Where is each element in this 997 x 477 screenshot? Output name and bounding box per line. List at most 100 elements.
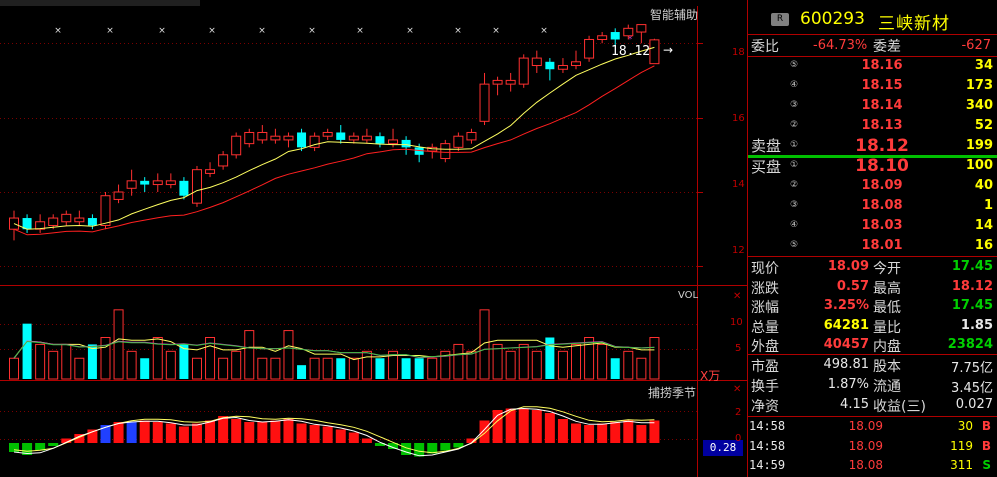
divider bbox=[748, 256, 997, 257]
volume-bar-down bbox=[179, 344, 189, 379]
buy-level-volume: 16 bbox=[974, 238, 993, 253]
volume-tick-5: 5 bbox=[735, 343, 742, 354]
sell-level-price[interactable]: 18.13 bbox=[847, 118, 917, 133]
quote-value: 17.45 bbox=[951, 259, 993, 274]
fundamental-label: 流通 bbox=[873, 379, 901, 395]
sub-bar-positive bbox=[309, 425, 320, 443]
sub-bar-positive bbox=[649, 420, 660, 443]
buy-level-price[interactable]: 18.10 bbox=[847, 156, 917, 176]
sub-bar-positive bbox=[335, 429, 346, 443]
candle-body-up bbox=[152, 180, 163, 186]
candle-body-down bbox=[297, 132, 307, 148]
fundamental-value: 7.75亿 bbox=[951, 361, 993, 376]
buy-level-price[interactable]: 18.01 bbox=[847, 238, 917, 253]
fundamental-value: 1.87% bbox=[827, 377, 869, 392]
volume-bar-up bbox=[636, 357, 647, 380]
candle-body-up bbox=[388, 139, 399, 145]
candle-body-up bbox=[100, 195, 111, 226]
volume-bar-up bbox=[649, 337, 660, 380]
sell-level-price[interactable]: 18.14 bbox=[847, 98, 917, 113]
sub-bar-positive bbox=[205, 420, 216, 443]
candle-body-up bbox=[257, 131, 268, 141]
volume-bar-up bbox=[322, 357, 333, 380]
fundamental-value: 3.45亿 bbox=[951, 381, 993, 396]
divider bbox=[748, 416, 997, 417]
sell-level-volume: 52 bbox=[974, 118, 993, 133]
close-icon[interactable]: ✕ bbox=[733, 384, 741, 395]
buy-level-price[interactable]: 18.08 bbox=[847, 198, 917, 213]
top-tab-strip[interactable] bbox=[0, 0, 200, 6]
candle-body-down bbox=[336, 132, 346, 140]
buy-level-volume: 40 bbox=[974, 178, 993, 193]
sub-bar-positive bbox=[623, 420, 634, 443]
candle-body-up bbox=[584, 38, 595, 59]
tick-volume: 119 bbox=[950, 438, 973, 453]
sub-bar-positive bbox=[270, 420, 281, 443]
volume-bar-up bbox=[309, 357, 320, 380]
marker-x-icon: × bbox=[356, 26, 364, 36]
sub-bar-positive bbox=[479, 420, 490, 443]
sub-indicator-label[interactable]: 捕捞季节 bbox=[648, 384, 696, 401]
sub-bar-positive bbox=[518, 408, 529, 443]
quote-label: 量比 bbox=[873, 319, 901, 336]
sell-level-price[interactable]: 18.15 bbox=[847, 78, 917, 93]
quote-label: 外盘 bbox=[751, 339, 779, 355]
volume-bar-down bbox=[545, 337, 555, 379]
candle-body-up bbox=[231, 135, 242, 156]
candle-body-up bbox=[48, 217, 59, 226]
quote-value: 3.25% bbox=[823, 298, 869, 313]
sub-bar-positive bbox=[531, 410, 542, 443]
tick-volume: 311 bbox=[950, 458, 973, 472]
volume-bar-up bbox=[48, 350, 59, 380]
volume-indicator-label[interactable]: VOL bbox=[678, 290, 698, 301]
tick-time: 14:58 bbox=[749, 419, 786, 433]
volume-bar-up bbox=[479, 309, 490, 380]
quote-value: 18.12 bbox=[951, 278, 993, 294]
volume-bar-up bbox=[9, 357, 19, 380]
price-marker-label: 18.12 bbox=[611, 44, 651, 59]
sub-bar-positive bbox=[296, 423, 307, 443]
candle-body-down bbox=[610, 32, 620, 40]
buy-level-volume: 100 bbox=[965, 158, 993, 173]
sell-level-price[interactable]: 18.16 bbox=[847, 58, 917, 73]
volume-bar-up bbox=[218, 357, 229, 380]
candle-body-up bbox=[74, 217, 85, 223]
fundamental-label: 收益(三) bbox=[873, 399, 926, 415]
sub-bar-positive bbox=[636, 425, 647, 443]
quote-label: 最低 bbox=[873, 300, 901, 316]
sub-bar-positive bbox=[557, 419, 568, 443]
sell-level-index: ④ bbox=[790, 80, 799, 90]
candle-body-up bbox=[557, 65, 568, 70]
buy-level-price[interactable]: 18.03 bbox=[847, 218, 917, 233]
sub-bar-positive bbox=[322, 426, 333, 443]
volume-bar-down bbox=[401, 358, 411, 379]
marker-x-icon: × bbox=[54, 26, 62, 36]
candle-body-down bbox=[179, 180, 189, 196]
quote-value: 18.09 bbox=[827, 259, 869, 274]
buy-level-volume: 14 bbox=[974, 218, 993, 233]
volume-bar-up bbox=[35, 343, 46, 380]
sell-level-price[interactable]: 18.12 bbox=[847, 136, 917, 156]
volume-bar-up bbox=[453, 343, 464, 380]
candle-body-up bbox=[191, 169, 202, 204]
close-icon[interactable]: ✕ bbox=[733, 291, 741, 302]
kline-chart-area[interactable]: × × × × × × × × × × ×* bbox=[0, 0, 747, 477]
marker-x-icon: × bbox=[540, 26, 548, 36]
buy-level-index: ③ bbox=[790, 200, 799, 210]
volume-unit-label: X万 bbox=[700, 369, 721, 383]
candle-body-up bbox=[597, 35, 608, 40]
marker-x-icon: × bbox=[406, 26, 414, 36]
candle-body-up bbox=[270, 135, 281, 141]
volume-bar-up bbox=[505, 350, 516, 380]
volume-bar-down bbox=[22, 323, 32, 379]
fundamental-value: 498.81 bbox=[823, 357, 870, 372]
volume-bar-up bbox=[531, 350, 542, 380]
main-indicator-label[interactable]: 智能辅助 bbox=[650, 6, 698, 23]
sell-level-index: ② bbox=[790, 120, 799, 130]
arrow-right-icon: → bbox=[663, 43, 674, 57]
fundamental-label: 股本 bbox=[873, 359, 901, 375]
buy-level-price[interactable]: 18.09 bbox=[847, 178, 917, 193]
tick-price: 18.09 bbox=[848, 419, 883, 433]
quote-value: 40457 bbox=[823, 337, 869, 352]
candle-body-up bbox=[361, 135, 372, 141]
